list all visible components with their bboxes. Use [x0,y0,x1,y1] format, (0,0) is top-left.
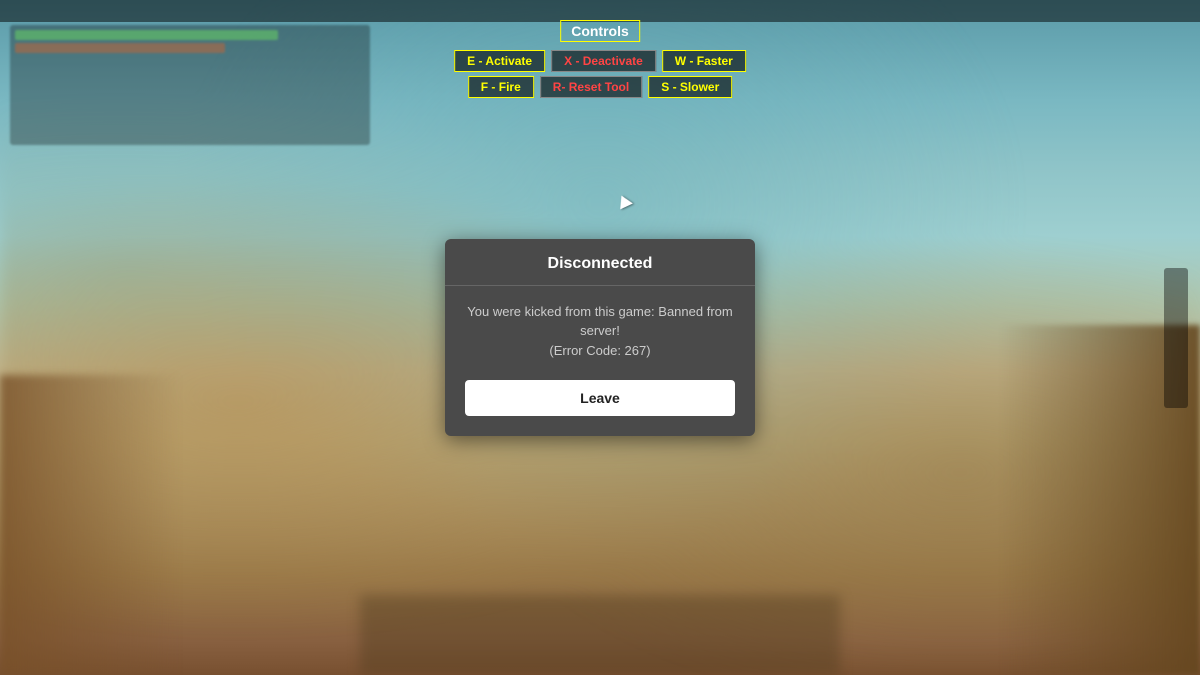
modal-header: Disconnected [445,239,755,286]
modal-overlay: Disconnected You were kicked from this g… [0,0,1200,675]
modal-message-line2: server! [580,323,620,338]
disconnected-modal: Disconnected You were kicked from this g… [445,239,755,437]
modal-body: You were kicked from this game: Banned f… [445,286,755,377]
modal-footer: Leave [445,376,755,416]
leave-button[interactable]: Leave [465,380,735,416]
modal-message: You were kicked from this game: Banned f… [465,302,735,361]
modal-message-line3: (Error Code: 267) [549,343,650,358]
modal-title: Disconnected [465,255,735,273]
modal-message-line1: You were kicked from this game: Banned f… [467,304,732,319]
